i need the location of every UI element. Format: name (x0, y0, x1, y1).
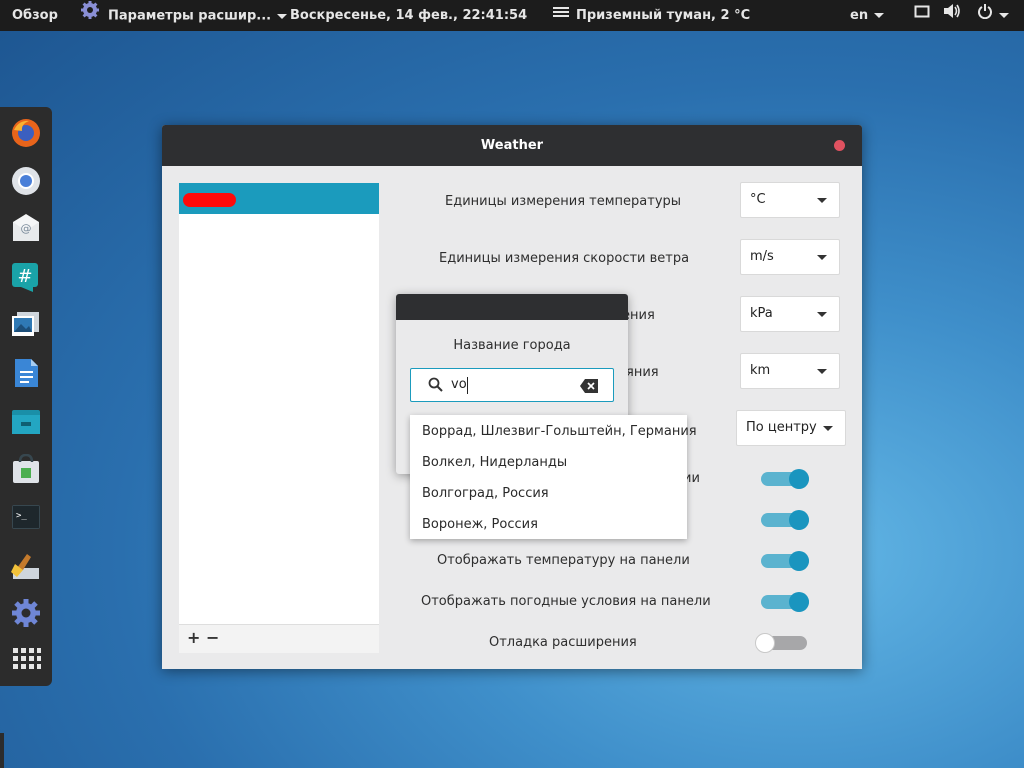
firefox-icon[interactable] (11, 118, 41, 148)
temp-panel-label: Отображать температуру на панели (437, 553, 690, 568)
clear-icon[interactable] (580, 378, 598, 397)
search-icon (428, 377, 443, 396)
chat-icon[interactable]: # (11, 262, 41, 292)
fog-icon (552, 0, 570, 31)
image-viewer-icon[interactable] (11, 310, 41, 340)
terminal-icon[interactable]: >_ (11, 502, 41, 532)
chevron-down-icon (277, 13, 288, 19)
switch-2-toggle[interactable] (761, 510, 809, 530)
city-list-toolbar: + − (179, 624, 379, 653)
temp-unit-combo[interactable]: °C (740, 182, 840, 218)
hidden-panel-edge (0, 733, 4, 768)
suggestion-item[interactable]: Воррад, Шлезвиг-Гольштейн, Германия (422, 424, 697, 439)
wind-unit-combo[interactable]: m/s (740, 239, 840, 275)
software-icon[interactable] (11, 453, 41, 484)
chevron-down-icon (874, 13, 885, 18)
debug-toggle[interactable] (755, 633, 807, 653)
chevron-down-icon (817, 312, 827, 317)
city-search-input[interactable]: vo (410, 368, 614, 402)
volume-icon (943, 0, 961, 31)
power-icon (977, 0, 993, 31)
debug-label: Отладка расширения (489, 635, 637, 650)
chevron-down-icon (817, 369, 827, 374)
suggestion-item[interactable]: Волгоград, Россия (422, 486, 549, 501)
text-cursor (467, 377, 468, 394)
app-menu[interactable]: Параметры расшир... (80, 0, 288, 32)
cleaner-icon[interactable] (11, 550, 41, 580)
chevron-down-icon (823, 426, 833, 431)
activities-button[interactable]: Обзор (12, 0, 58, 31)
distance-unit-combo[interactable]: km (740, 353, 840, 389)
clock[interactable]: Воскресенье, 14 фев., 22:41:54 (290, 0, 527, 31)
chevron-down-icon (999, 13, 1010, 18)
weather-indicator[interactable]: Приземный туман, 2 °C (552, 0, 750, 31)
mail-icon[interactable]: @ (11, 214, 41, 244)
add-city-button[interactable]: + (187, 629, 200, 647)
language-indicator[interactable]: en (850, 0, 885, 31)
switch-1-toggle[interactable] (761, 469, 809, 489)
popover-header (396, 294, 628, 320)
document-icon[interactable] (11, 358, 41, 388)
city-list-item-selected[interactable] (179, 183, 379, 214)
svg-text:>_: >_ (16, 511, 27, 521)
cond-panel-toggle[interactable] (761, 592, 809, 612)
top-bar: Обзор Параметры расшир... Воскресенье, 1… (0, 0, 1024, 31)
temp-panel-toggle[interactable] (761, 551, 809, 571)
distance-unit-label: яния (626, 365, 659, 380)
svg-text:#: # (17, 266, 32, 287)
search-text: vo (451, 377, 467, 392)
redacted-city-name (183, 193, 236, 207)
settings-icon[interactable] (11, 598, 41, 628)
window-title: Weather (480, 138, 544, 153)
gear-icon (80, 0, 100, 32)
svg-text:@: @ (21, 222, 32, 235)
suggestion-item[interactable]: Волкел, Нидерланды (422, 455, 567, 470)
city-list (179, 183, 379, 624)
temp-unit-label: Единицы измерения температуры (445, 194, 682, 209)
pressure-unit-combo[interactable]: kPa (740, 296, 840, 332)
chromium-icon[interactable] (11, 166, 41, 196)
position-combo[interactable]: По центру (736, 410, 846, 446)
wind-unit-label: Единицы измерения скорости ветра (439, 251, 690, 266)
display-icon (914, 0, 930, 31)
files-icon[interactable] (11, 406, 41, 436)
suggestion-item[interactable]: Воронеж, Россия (422, 517, 538, 532)
close-button[interactable] (834, 140, 845, 151)
cond-panel-label: Отображать погодные условия на панели (421, 594, 711, 609)
app-grid-icon[interactable] (11, 646, 41, 676)
remove-city-button[interactable]: − (206, 629, 219, 647)
chevron-down-icon (817, 198, 827, 203)
dock: @ # >_ (0, 107, 52, 686)
system-menu[interactable] (914, 0, 1010, 31)
window-titlebar[interactable]: Weather (162, 125, 862, 166)
chevron-down-icon (817, 255, 827, 260)
popover-title: Название города (453, 338, 571, 353)
city-suggestions: Воррад, Шлезвиг-Гольштейн, Германия Волк… (410, 415, 697, 539)
